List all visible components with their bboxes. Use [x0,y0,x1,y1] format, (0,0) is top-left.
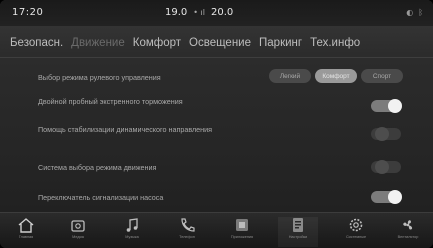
home-icon [18,218,34,233]
drive-mode-label: Система выбора режима движения [38,163,157,172]
dual-brake-label: Двойной пробный экстренного торможения [38,97,183,106]
tab-safety[interactable]: Безопасн. [0,37,67,49]
dock-vehicle-settings[interactable]: Настройки [278,217,318,247]
apps-icon [236,219,248,231]
media-icon [71,220,85,232]
steering-mode-selector: Легкий Комфорт Спорт [269,69,403,83]
music-note-icon [126,218,138,232]
settings-tabs: Безопасн. Движение Комфорт Освещение Пар… [0,30,433,56]
settings-car-icon [293,218,303,232]
stability-label: Помощь стабилизации динамического направ… [38,125,213,134]
mode-light-button[interactable]: Легкий [269,69,311,83]
toggle-knob [375,127,389,141]
clock: 17:20 [12,7,44,18]
infotainment-screen: 17:20 19.0 • ıl 20.0 ◐ ᛒ Безопасн. Движе… [0,0,433,248]
dual-brake-toggle[interactable] [371,99,402,113]
mode-comfort-button[interactable]: Комфорт [315,69,357,83]
stability-toggle[interactable] [371,127,401,141]
toggle-knob [388,99,402,113]
toggle-knob [388,190,402,204]
pump-switch-label: Переключатель сигнализации насоса [38,193,164,202]
bluetooth-icon: ᛒ [418,8,423,17]
tab-parking[interactable]: Паркинг [255,37,306,49]
gear-icon [349,218,363,232]
dock-apps[interactable]: Приложения [222,217,262,247]
temp-right: 20.0 [210,7,234,18]
dock-media[interactable]: Медиа [58,217,98,247]
dock-phone[interactable]: Телефон [167,217,207,247]
phone-icon [181,218,195,232]
dock-home[interactable]: Главная [6,217,46,247]
bottom-dock: Главная Медиа Музыка Телефон Приложения … [0,212,433,248]
dock-music[interactable]: Музыка [112,217,152,247]
pump-switch-toggle[interactable] [371,190,402,204]
tab-driving[interactable]: Движение [67,37,129,49]
drive-mode-toggle[interactable] [371,160,401,174]
mode-sport-button[interactable]: Спорт [361,69,403,83]
toggle-knob [375,160,389,174]
seat-heat-icon: • ıl [193,8,205,17]
dock-apps-label: Приложения [230,235,254,239]
tabs-divider [0,57,433,58]
tab-comfort[interactable]: Комфорт [129,37,185,49]
dock-music-label: Музыка [125,235,139,239]
signal-icon: ◐ [406,8,414,17]
status-bar: 17:20 19.0 • ıl 20.0 ◐ ᛒ [0,0,433,26]
dock-media-label: Медиа [72,235,84,239]
steering-mode-label: Выбор режима рулевого управления [38,73,161,82]
dock-system-label: Системные [345,235,367,239]
temp-left: 19.0 [165,7,188,18]
dock-fan-label: Вентилятор [397,235,419,239]
fan-icon [403,220,413,230]
dock-home-label: Главная [18,235,34,239]
tab-lighting[interactable]: Освещение [185,37,255,49]
dock-vehicle-settings-label: Настройки [288,235,308,239]
tab-tech-info[interactable]: Тех.инфо [306,37,364,49]
dock-phone-label: Телефон [179,235,195,239]
climate-status: 19.0 • ıl 20.0 [165,7,233,18]
dock-fan[interactable]: Вентилятор [388,217,428,247]
dock-system[interactable]: Системные [336,217,376,247]
status-indicators: ◐ ᛒ [406,8,423,17]
